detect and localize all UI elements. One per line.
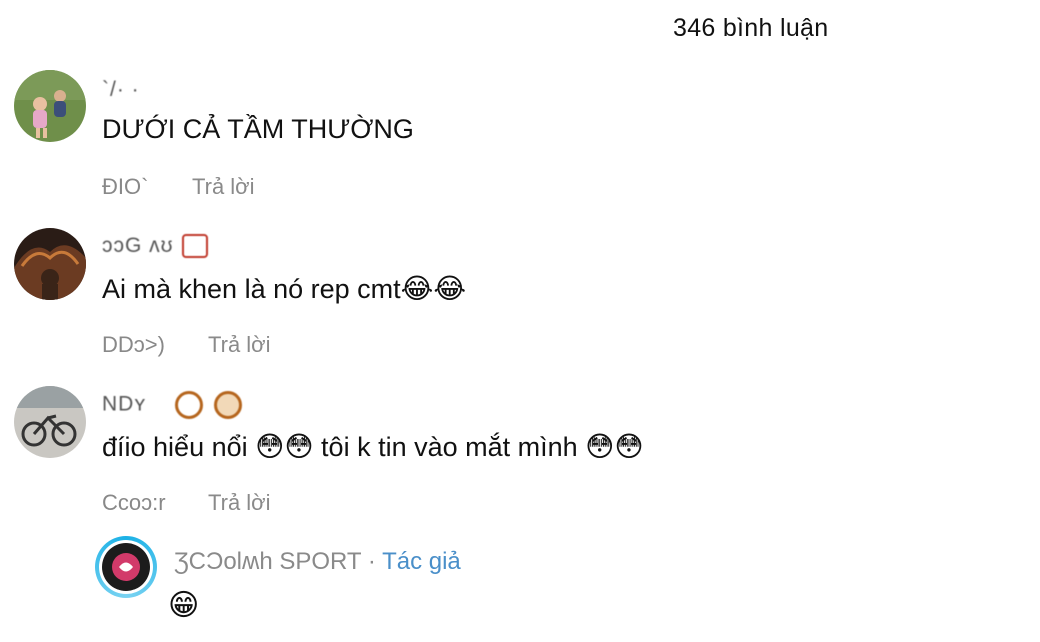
comment-count: 346 bình luận	[673, 14, 829, 42]
reply-header: ƷCƆolʍh SPORT · Tác giả	[174, 548, 461, 576]
comment-meta: Ccoɔ:r Trả lời	[102, 490, 271, 516]
decorative-icon	[213, 391, 242, 419]
decorative-icon	[175, 391, 204, 419]
author-badge: Tác giả	[382, 548, 461, 575]
comment-username[interactable]: `/· ·	[102, 78, 140, 102]
comment-meta: DDɔ>) Trả lời	[102, 332, 271, 358]
avatar[interactable]	[95, 536, 157, 598]
comment-username[interactable]: NDʏ	[102, 391, 242, 419]
comment-time: DDɔ>)	[102, 332, 165, 357]
comment-text-content: đíio hiểu nổi	[102, 432, 248, 462]
avatar[interactable]	[14, 228, 86, 300]
grinning-emoji-icon: 😁	[168, 588, 200, 623]
separator: ·	[361, 548, 383, 575]
comment-text: đíio hiểu nổi 😳😳 tôi k tin vào mắt mình …	[102, 430, 644, 463]
laughing-emoji-icon: 😂😂	[400, 272, 467, 305]
comment-text-content: tôi k tin vào mắt mình	[321, 432, 578, 462]
reply-button[interactable]: Trả lời	[208, 332, 271, 357]
comment-time: Ccoɔ:r	[102, 490, 166, 515]
username-text: ɔɔG ʌʊ	[102, 234, 174, 257]
reply-button[interactable]: Trả lời	[192, 174, 255, 199]
comment-text: DƯỚI CẢ TẦM THƯỜNG	[102, 114, 414, 144]
comment-username[interactable]: ɔɔG ʌʊ	[102, 234, 209, 259]
comment-meta: ĐIO` Trả lời	[102, 174, 255, 200]
flushed-emoji-icon: 😳😳	[255, 430, 314, 463]
comment-text-content: Ai mà khen là nó rep cmt	[102, 274, 401, 304]
avatar[interactable]	[14, 386, 86, 458]
username-text: NDʏ	[102, 392, 147, 416]
comment-time: ĐIO`	[102, 174, 149, 199]
decorative-icon	[182, 234, 209, 259]
comment-text: Ai mà khen là nó rep cmt😂😂	[102, 272, 466, 305]
reply-username[interactable]: ƷCƆolʍh SPORT	[174, 548, 361, 575]
reply-button[interactable]: Trả lời	[208, 490, 271, 515]
flushed-emoji-icon: 😳😳	[585, 430, 644, 463]
avatar[interactable]	[14, 70, 86, 142]
